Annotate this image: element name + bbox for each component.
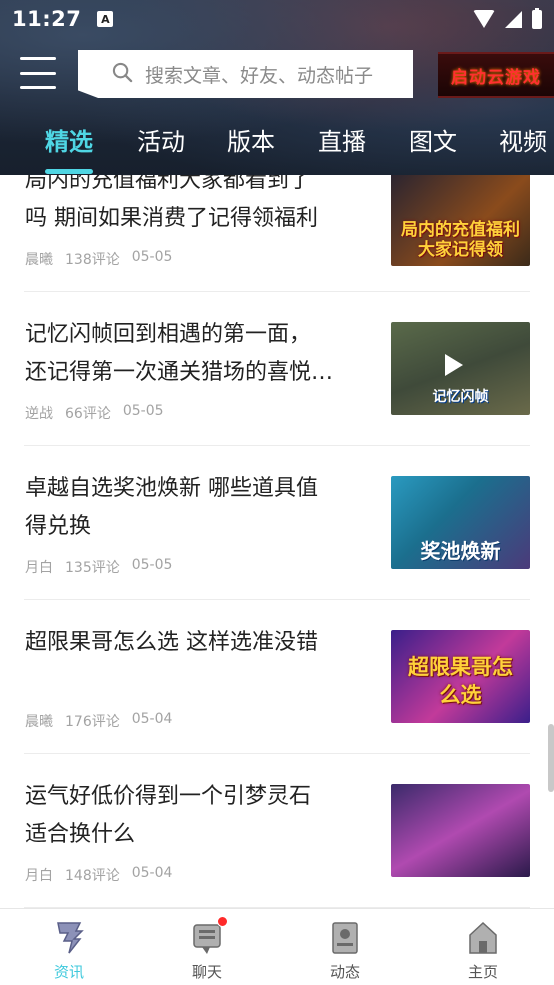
list-item[interactable]: 局内的充值福利大家都看到了 吗 期间如果消费了记得领福利 晨曦 138评论 05… [0, 175, 554, 292]
search-placeholder: 搜索文章、好友、动态帖子 [145, 64, 374, 87]
article-feed[interactable]: 局内的充值福利大家都看到了 吗 期间如果消费了记得领福利 晨曦 138评论 05… [0, 175, 554, 908]
tab-graphics[interactable]: 图文 [409, 122, 457, 157]
thumbnail-caption: 奖池焕新 [420, 539, 501, 563]
menu-icon-line [20, 57, 56, 60]
list-item[interactable]: 记忆闪帧回到相遇的第一面， 还记得第一次通关猎场的喜悦… 逆战 66评论 05-… [0, 292, 554, 446]
status-bar: 11:27 A [0, 0, 554, 38]
article-comments: 138评论 [65, 252, 120, 268]
article-author: 月白 [25, 560, 53, 576]
category-tabs: 精选 活动 版本 直播 图文 视频 [0, 110, 554, 168]
article-comments: 148评论 [65, 868, 120, 884]
battery-icon [532, 7, 542, 29]
menu-button[interactable] [20, 57, 56, 89]
cloud-game-label: 启动云游戏 [451, 67, 541, 88]
article-title-line: 还记得第一次通关猎场的喜悦… [25, 360, 334, 385]
article-date: 05-05 [131, 249, 173, 265]
article-title: 局内的充值福利大家都看到了 吗 期间如果消费了记得领福利 [25, 175, 365, 238]
list-item[interactable]: 超限果哥怎么选 这样选准没错 晨曦 176评论 05-04 超限果哥怎么选 [0, 600, 554, 754]
tab-indicator [45, 169, 93, 174]
menu-icon-line [20, 86, 56, 89]
wifi-icon [473, 10, 495, 28]
article-date: 05-04 [131, 865, 173, 881]
article-thumbnail[interactable] [391, 784, 530, 877]
nav-label: 主页 [467, 963, 498, 981]
unread-badge-dot [217, 916, 228, 927]
tab-events[interactable]: 活动 [137, 122, 185, 157]
article-title-line: 局内的充值福利大家都看到了 [25, 175, 312, 193]
article-comments: 135评论 [65, 560, 120, 576]
tab-version[interactable]: 版本 [227, 122, 275, 157]
bottom-nav: 资讯 聊天 动态 主页 [0, 908, 554, 985]
nav-label: 资讯 [53, 963, 84, 981]
article-meta: 月白 148评论 05-04 [25, 865, 172, 885]
article-thumbnail[interactable]: 超限果哥怎么选 [391, 630, 530, 723]
article-comments: 66评论 [65, 406, 111, 422]
article-thumbnail[interactable]: 奖池焕新 [391, 476, 530, 569]
article-author: 晨曦 [25, 252, 53, 268]
article-meta: 晨曦 138评论 05-05 [25, 249, 172, 269]
article-title-line: 超限果哥怎么选 这样选准没错 [25, 630, 318, 655]
article-date: 05-04 [131, 711, 173, 727]
thumbnail-caption: 超限果哥怎么选 [408, 655, 513, 707]
article-thumbnail[interactable]: 记忆闪帧 [391, 322, 530, 415]
article-title-line: 运气好低价得到一个引梦灵石 [25, 784, 312, 809]
search-icon [112, 62, 133, 83]
nav-label: 聊天 [191, 963, 222, 981]
article-meta: 逆战 66评论 05-05 [25, 403, 164, 423]
article-title-line: 记忆闪帧回到相遇的第一面， [25, 322, 312, 347]
notification-icon: A [97, 11, 114, 27]
feed-icon [332, 922, 358, 954]
article-author: 晨曦 [25, 714, 53, 730]
tab-featured[interactable]: 精选 [45, 122, 93, 157]
home-icon [469, 921, 497, 954]
article-title-line: 适合换什么 [25, 822, 136, 847]
tab-video[interactable]: 视频 [499, 122, 547, 157]
tab-live[interactable]: 直播 [318, 122, 366, 157]
list-item[interactable]: 卓越自选奖池焕新 哪些道具值 得兑换 月白 135评论 05-05 奖池焕新 [0, 446, 554, 600]
chat-icon [190, 916, 228, 957]
scrollbar[interactable] [548, 724, 554, 792]
article-author: 月白 [25, 868, 53, 884]
thumbnail-caption: 记忆闪帧 [432, 389, 489, 405]
article-date: 05-05 [122, 403, 164, 419]
nav-item-news[interactable]: 资讯 [0, 909, 138, 985]
article-thumbnail[interactable]: 局内的充值福利大家记得领 [391, 175, 530, 266]
article-title: 超限果哥怎么选 这样选准没错 [25, 624, 365, 662]
list-item[interactable]: 运气好低价得到一个引梦灵石 适合换什么 月白 148评论 05-04 [0, 754, 554, 908]
nav-item-home[interactable]: 主页 [414, 909, 552, 985]
cloud-game-button[interactable]: 启动云游戏 [438, 52, 554, 98]
article-title: 记忆闪帧回到相遇的第一面， 还记得第一次通关猎场的喜悦… [25, 316, 365, 392]
thumbnail-caption: 局内的充值福利大家记得领 [401, 220, 520, 260]
article-title: 运气好低价得到一个引梦灵石 适合换什么 [25, 778, 365, 854]
article-meta: 月白 135评论 05-05 [25, 557, 172, 577]
nav-item-chat[interactable]: 聊天 [138, 909, 276, 985]
article-date: 05-05 [131, 557, 173, 573]
menu-icon-line [20, 71, 56, 75]
article-title-line: 得兑换 [25, 514, 92, 539]
article-comments: 176评论 [65, 714, 120, 730]
play-icon [445, 354, 463, 376]
article-author: 逆战 [25, 406, 53, 422]
article-title-line: 吗 期间如果消费了记得领福利 [25, 206, 318, 231]
nav-label: 动态 [329, 963, 360, 981]
nav-item-feed[interactable]: 动态 [276, 909, 414, 985]
signal-icon [505, 10, 522, 28]
article-title-line: 卓越自选奖池焕新 哪些道具值 [25, 476, 318, 501]
app-header: 11:27 A 搜索文章、好友、动态帖子 启动云游戏 精选 活动 版本 直播 图… [0, 0, 554, 175]
status-time: 11:27 [12, 7, 82, 31]
article-title: 卓越自选奖池焕新 哪些道具值 得兑换 [25, 470, 365, 546]
news-icon [57, 922, 84, 954]
article-meta: 晨曦 176评论 05-04 [25, 711, 172, 731]
